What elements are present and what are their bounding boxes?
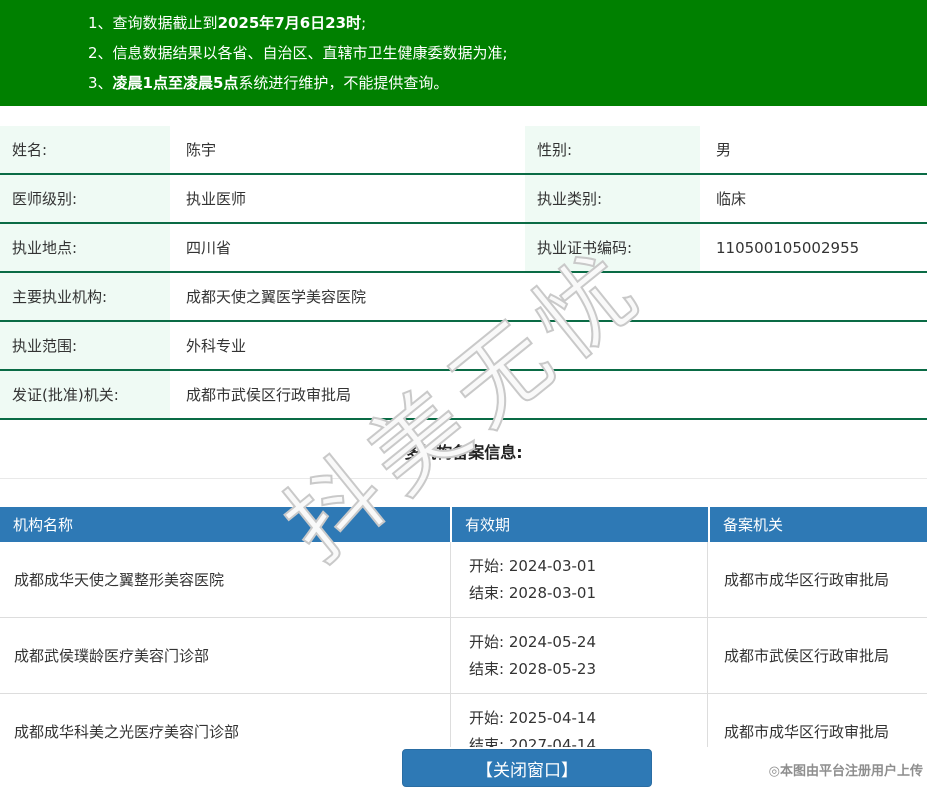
notice-item-text: 查询数据截止到	[112, 14, 218, 32]
field-label-practice-location: 执业地点:	[0, 224, 170, 271]
field-value-practice-category: 临床	[716, 190, 747, 208]
record-validity-period: 开始: 2024-03-01 结束: 2028-03-01	[450, 542, 708, 617]
field-label-issuing-authority: 发证(批准)机关:	[0, 371, 170, 418]
notice-item: 3、凌晨1点至凌晨5点系统进行维护，不能提供查询。	[88, 68, 907, 98]
column-header-validity-period: 有效期	[450, 507, 708, 542]
table-row: 成都成华科美之光医疗美容门诊部 开始: 2025-04-14 结束: 2027-…	[0, 694, 927, 747]
column-header-institution-name: 机构名称	[13, 516, 74, 534]
notice-item-number: 1、	[88, 14, 113, 32]
records-table: 机构名称 有效期 备案机关 成都成华天使之翼整形美容医院 开始: 2024-03…	[0, 507, 927, 747]
notice-item: 2、信息数据结果以各省、自治区、直辖市卫生健康委数据为准;	[88, 38, 907, 68]
record-authority: 成都市武侯区行政审批局	[724, 647, 890, 665]
field-label-name: 姓名:	[0, 126, 170, 173]
field-label-certificate-number: 执业证书编码:	[525, 224, 700, 271]
notice-item-bold: 凌晨1点至凌晨5点	[112, 74, 239, 92]
field-value-gender: 男	[716, 141, 732, 159]
field-label-gender: 性别:	[525, 126, 700, 173]
multi-institution-section-title: 多机构备案信息:	[404, 443, 523, 462]
notice-item: 1、查询数据截止到2025年7月6日23时;	[88, 8, 907, 38]
record-authority: 成都市成华区行政审批局	[724, 723, 890, 741]
table-row: 发证(批准)机关: 成都市武侯区行政审批局	[0, 371, 927, 420]
notice-item-bold: 2025年7月6日23时	[217, 14, 362, 32]
table-row: 医师级别: 执业医师 执业类别: 临床	[0, 175, 927, 224]
record-end-date: 结束: 2028-05-23	[469, 659, 596, 678]
record-validity-period: 开始: 2024-05-24 结束: 2028-05-23	[450, 618, 708, 693]
field-label-practice-category: 执业类别:	[525, 175, 700, 222]
record-end-date: 结束: 2027-04-14	[469, 735, 596, 748]
records-table-body: 成都成华天使之翼整形美容医院 开始: 2024-03-01 结束: 2028-0…	[0, 542, 927, 747]
practitioner-info-table: 姓名: 陈宇 性别: 男 医师级别: 执业医师 执业类别: 临床 执业地点: 四…	[0, 126, 927, 420]
record-institution-name: 成都武侯璞龄医疗美容门诊部	[14, 647, 210, 665]
record-institution-name: 成都成华天使之翼整形美容医院	[14, 571, 225, 589]
record-start-date: 开始: 2024-03-01	[469, 556, 596, 575]
record-end-date: 结束: 2028-03-01	[469, 583, 596, 602]
close-window-button[interactable]: 【关闭窗口】	[402, 749, 652, 787]
notice-item-text: ;	[361, 14, 367, 32]
record-validity-period: 开始: 2025-04-14 结束: 2027-04-14	[450, 694, 708, 747]
field-value-practice-scope: 外科专业	[186, 337, 247, 355]
record-start-date: 开始: 2024-05-24	[469, 632, 596, 651]
field-label-practice-scope: 执业范围:	[0, 322, 170, 369]
notice-item-text: 信息数据结果以各省、自治区、直辖市卫生健康委数据为准;	[112, 44, 508, 62]
field-value-doctor-level: 执业医师	[186, 190, 247, 208]
notice-list: 1、查询数据截止到2025年7月6日23时; 2、信息数据结果以各省、自治区、直…	[88, 8, 907, 98]
notice-item-number: 3、	[88, 74, 113, 92]
notice-item-text: 系统进行维护，不能提供查询。	[238, 74, 449, 92]
field-value-name: 陈宇	[186, 141, 217, 159]
column-header-record-authority: 备案机关	[708, 507, 927, 542]
upload-credit-text: ◎本图由平台注册用户上传	[768, 764, 923, 779]
table-row: 执业范围: 外科专业	[0, 322, 927, 371]
field-label-main-institution: 主要执业机构:	[0, 273, 170, 320]
record-authority: 成都市成华区行政审批局	[724, 571, 890, 589]
table-row: 成都武侯璞龄医疗美容门诊部 开始: 2024-05-24 结束: 2028-05…	[0, 618, 927, 694]
record-start-date: 开始: 2025-04-14	[469, 708, 596, 727]
section-divider	[0, 478, 927, 479]
notice-item-number: 2、	[88, 44, 113, 62]
notice-banner: 1、查询数据截止到2025年7月6日23时; 2、信息数据结果以各省、自治区、直…	[0, 0, 927, 106]
table-row: 执业地点: 四川省 执业证书编码: 110500105002955	[0, 224, 927, 273]
field-label-doctor-level: 医师级别:	[0, 175, 170, 222]
field-value-certificate-number: 110500105002955	[716, 238, 860, 257]
field-value-main-institution: 成都天使之翼医学美容医院	[186, 288, 367, 306]
table-row: 姓名: 陈宇 性别: 男	[0, 126, 927, 175]
table-row: 主要执业机构: 成都天使之翼医学美容医院	[0, 273, 927, 322]
field-value-issuing-authority: 成都市武侯区行政审批局	[186, 386, 352, 404]
records-table-header: 机构名称 有效期 备案机关	[0, 507, 927, 542]
field-value-practice-location: 四川省	[186, 239, 232, 257]
table-row: 成都成华天使之翼整形美容医院 开始: 2024-03-01 结束: 2028-0…	[0, 542, 927, 618]
record-institution-name: 成都成华科美之光医疗美容门诊部	[14, 723, 240, 741]
